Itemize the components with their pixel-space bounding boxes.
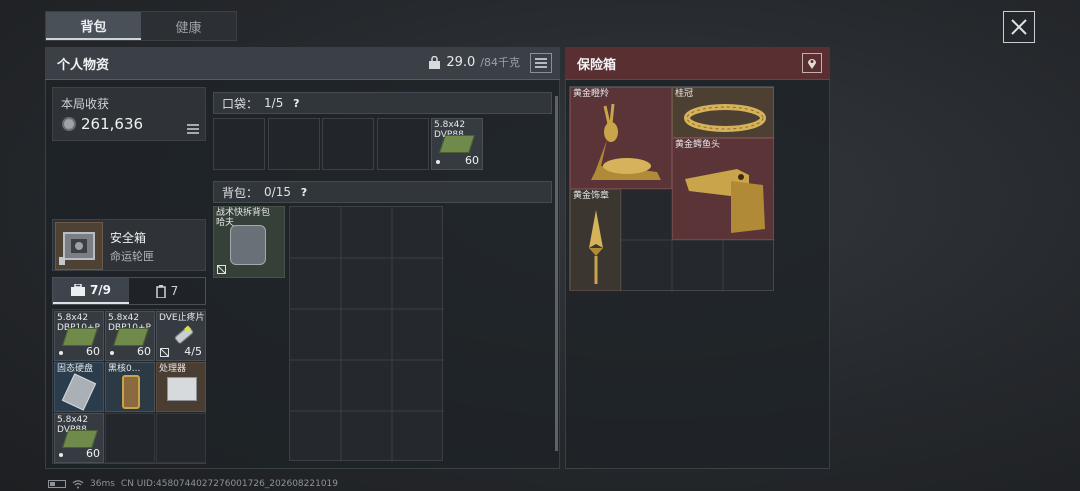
battery-icon xyxy=(48,480,66,488)
earnings-list-icon[interactable] xyxy=(187,124,199,134)
laurel-icon xyxy=(684,104,766,132)
tab-canister[interactable]: 7 xyxy=(129,278,205,304)
personal-item-grid: 5.8x42 DBP10+P 60 5.8x42 DBP10+P 60 DVE止… xyxy=(52,309,206,464)
item-processor[interactable]: 处理器 xyxy=(156,362,206,412)
ping-value: 36ms xyxy=(90,479,115,489)
item-count: 4/5 xyxy=(184,345,202,358)
pocket-slot-3[interactable] xyxy=(322,118,374,170)
tab-health[interactable]: 健康 xyxy=(141,12,236,40)
gazelle-icon xyxy=(591,103,661,180)
pocket-slot-1[interactable] xyxy=(213,118,265,170)
weight-max: /84千克 xyxy=(480,56,520,69)
item-name: 黄金饰章 xyxy=(573,191,610,201)
empty-slot[interactable] xyxy=(156,413,206,463)
item-name: DVE止疼片 xyxy=(159,313,205,323)
pocket-slot-4[interactable] xyxy=(377,118,429,170)
ammo-box-icon xyxy=(439,135,475,153)
item-dot xyxy=(110,351,114,355)
ammo-box-icon xyxy=(62,328,98,346)
item-name: 处理器 xyxy=(159,364,187,374)
pockets-header: 口袋： 1/5 ? xyxy=(213,92,552,114)
personal-title: 个人物资 xyxy=(57,57,110,73)
personal-header: 个人物资 29.0 /84千克 xyxy=(45,47,560,80)
pockets-label: 口袋： xyxy=(222,96,259,111)
earnings-value: 261,636 xyxy=(81,115,144,133)
backpack-grid-lines xyxy=(290,207,444,462)
item-painkiller[interactable]: DVE止疼片 4/5 xyxy=(156,311,206,361)
weight-icon xyxy=(429,55,441,69)
safe-title: 保险箱 xyxy=(577,57,617,73)
unusable-icon xyxy=(160,348,169,357)
crocodile-icon xyxy=(685,169,765,233)
safe-item-gazelle[interactable]: 黄金瞪羚 xyxy=(570,87,672,189)
item-name: 固态硬盘 xyxy=(57,364,94,374)
toolbox-icon xyxy=(70,284,85,296)
backpack-capacity: 0/15 xyxy=(264,185,291,199)
item-count: 60 xyxy=(86,345,100,358)
top-tabs: 背包 健康 xyxy=(45,11,237,41)
close-icon xyxy=(1011,19,1027,35)
pocket-slot-2[interactable] xyxy=(268,118,320,170)
item-count: 60 xyxy=(86,447,100,460)
safe-box-subtitle: 命运轮匣 xyxy=(110,250,154,263)
item-dot xyxy=(436,160,440,164)
pockets-capacity: 1/5 xyxy=(264,96,284,110)
uid-text: CN UID:4580744027276001726_202608221019 xyxy=(120,479,339,489)
badge-icon xyxy=(589,210,603,284)
coin-icon xyxy=(62,117,76,131)
item-dot xyxy=(59,351,63,355)
item-ammo-dbp10-1[interactable]: 5.8x42 DBP10+P 60 xyxy=(54,311,104,361)
close-button[interactable] xyxy=(1003,11,1035,43)
item-ssd[interactable]: 固态硬盘 xyxy=(54,362,104,412)
unusable-icon xyxy=(217,265,226,274)
pin-icon xyxy=(808,59,816,69)
pocket-slot-5[interactable]: 5.8x42 DVP88 60 xyxy=(431,118,483,170)
backpack-icon xyxy=(230,225,266,265)
weight-readout: 29.0 /84千克 xyxy=(428,54,520,70)
safe-grid: 黄金瞪羚 桂冠 黄金鳄鱼头 黄金饰章 xyxy=(569,86,775,292)
safe-header: 保险箱 xyxy=(565,47,830,80)
card-icon xyxy=(122,375,140,409)
tab-toolbox-label: 7/9 xyxy=(89,283,112,297)
canister-icon xyxy=(155,284,166,298)
safe-box-icon xyxy=(55,222,103,270)
item-black-core[interactable]: 黑核0... xyxy=(105,362,155,412)
item-ammo-dbp10-2[interactable]: 5.8x42 DBP10+P 60 xyxy=(105,311,155,361)
processor-icon xyxy=(167,377,197,401)
tab-toolbox[interactable]: 7/9 xyxy=(53,278,129,304)
safe-item-crocodile-head[interactable]: 黄金鳄鱼头 xyxy=(672,138,774,240)
backpack-slot[interactable]: 战术快拆背包 哈夫 xyxy=(213,206,285,278)
pockets-help-icon[interactable]: ? xyxy=(289,96,303,110)
item-count: 60 xyxy=(465,154,479,167)
earnings-box: 本局收获 261,636 xyxy=(52,87,206,141)
item-count: 60 xyxy=(137,345,151,358)
safe-box-name: 安全箱 xyxy=(110,231,147,245)
list-icon xyxy=(535,58,547,68)
weight-current: 29.0 xyxy=(446,54,476,70)
empty-slot[interactable] xyxy=(105,413,155,463)
safe-box-slot[interactable]: 安全箱 命运轮匣 xyxy=(52,219,206,271)
item-dot xyxy=(59,453,63,457)
backpack-grid xyxy=(289,206,444,462)
tab-canister-label: 7 xyxy=(170,284,179,298)
wifi-icon xyxy=(72,479,84,488)
item-ammo-dvp88[interactable]: 5.8x42 DVP88 60 xyxy=(54,413,104,463)
item-name: 黄金鳄鱼头 xyxy=(675,140,721,150)
sort-list-button[interactable] xyxy=(530,53,552,73)
backpack-header: 背包： 0/15 ? xyxy=(213,181,552,203)
locate-button[interactable] xyxy=(802,53,822,73)
tab-backpack[interactable]: 背包 xyxy=(46,12,141,40)
backpack-help-icon[interactable]: ? xyxy=(297,185,311,199)
backpack-label: 背包： xyxy=(222,185,259,200)
status-bar: 36ms CN UID:4580744027276001726_20260822… xyxy=(48,478,338,490)
scrollbar[interactable] xyxy=(555,96,558,451)
item-name: 黑核0... xyxy=(108,364,141,374)
ammo-box-icon xyxy=(113,328,149,346)
ammo-box-icon xyxy=(62,430,98,448)
container-tabs: 7/9 7 xyxy=(52,277,206,305)
safe-item-laurel[interactable]: 桂冠 xyxy=(672,87,774,138)
ssd-icon xyxy=(61,373,97,411)
earnings-label: 本局收获 xyxy=(61,97,110,111)
safe-item-badge[interactable]: 黄金饰章 xyxy=(570,189,621,291)
